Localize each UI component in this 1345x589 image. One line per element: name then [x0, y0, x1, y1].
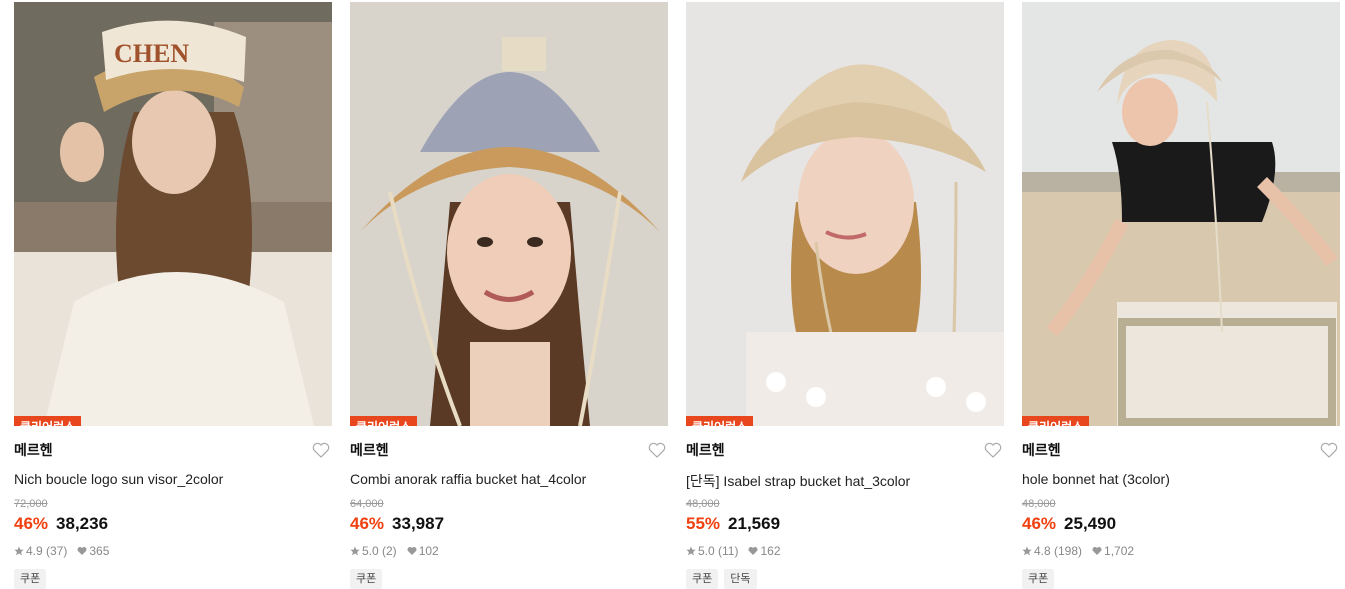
product-card[interactable]: 클리어런스 메르헨 Combi anorak raffia bucket hat… [350, 2, 668, 589]
product-image[interactable]: 클리어런스 [350, 2, 668, 426]
discount-rate: 55% [686, 514, 721, 533]
like-icon [1092, 546, 1102, 556]
like-icon [748, 546, 758, 556]
clearance-badge: 클리어런스 [350, 416, 418, 426]
star-icon [686, 546, 696, 556]
coupon-tag: 쿠폰 [14, 569, 47, 589]
discount-rate: 46% [1022, 514, 1057, 533]
clearance-badge: 클리어런스 [1022, 416, 1090, 426]
sale-price: 33,987 [392, 514, 445, 533]
brand-name[interactable]: 메르헨 [686, 440, 725, 460]
clearance-badge: 클리어런스 [686, 416, 754, 426]
rating-text: 4.8 (198) [1034, 544, 1083, 558]
product-name[interactable]: Combi anorak raffia bucket hat_4color [350, 471, 668, 489]
sale-price: 21,569 [728, 514, 781, 533]
product-photo-bonnet-hat [1022, 2, 1340, 426]
heart-icon[interactable] [1320, 442, 1338, 458]
like-icon [77, 546, 87, 556]
rating-text: 4.9 (37) [26, 544, 68, 558]
product-photo-knit-bucket-hat [686, 2, 1004, 426]
discount-rate: 46% [14, 514, 49, 533]
rating-text: 5.0 (2) [362, 544, 397, 558]
product-card[interactable]: 클리어런스 메르헨 [단독] Isabel strap bucket hat_3… [686, 2, 1004, 589]
rating-text: 5.0 (11) [698, 544, 739, 558]
original-price: 64,000 [350, 498, 384, 510]
coupon-tag: 쿠폰 [1022, 569, 1055, 589]
star-icon [1022, 546, 1032, 556]
like-count: 102 [418, 544, 439, 558]
product-image[interactable]: 클리어런스 [1022, 2, 1340, 426]
heart-icon[interactable] [648, 442, 666, 458]
product-photo-visor: CHEN [14, 2, 332, 426]
svg-text:CHEN: CHEN [114, 39, 189, 68]
heart-icon[interactable] [984, 442, 1002, 458]
product-photo-bucket-hat [350, 2, 668, 426]
original-price: 72,000 [14, 498, 48, 510]
coupon-tag: 쿠폰 [350, 569, 383, 589]
exclusive-tag: 단독 [724, 569, 757, 589]
brand-name[interactable]: 메르헨 [350, 440, 389, 460]
sale-price: 25,490 [1064, 514, 1117, 533]
brand-name[interactable]: 메르헨 [14, 440, 53, 460]
discount-rate: 46% [350, 514, 385, 533]
product-grid: CHEN 클리어런스 메르헨 Nich boucle logo sun viso… [14, 2, 1340, 589]
product-image[interactable]: CHEN 클리어런스 [14, 2, 332, 426]
product-card[interactable]: 클리어런스 메르헨 hole bonnet hat (3color) 48,00… [1022, 2, 1340, 589]
clearance-badge: 클리어런스 [14, 416, 82, 426]
product-image[interactable]: 클리어런스 [686, 2, 1004, 426]
original-price: 48,000 [686, 498, 720, 510]
sale-price: 38,236 [56, 514, 109, 533]
brand-name[interactable]: 메르헨 [1022, 440, 1061, 460]
original-price: 48,000 [1022, 498, 1056, 510]
heart-icon[interactable] [312, 442, 330, 458]
like-count: 162 [760, 544, 781, 558]
coupon-tag: 쿠폰 [686, 569, 719, 589]
like-count: 365 [89, 544, 110, 558]
like-icon [407, 546, 417, 556]
product-name[interactable]: Nich boucle logo sun visor_2color [14, 471, 332, 489]
product-card[interactable]: CHEN 클리어런스 메르헨 Nich boucle logo sun viso… [14, 2, 332, 589]
product-name[interactable]: [단독] Isabel strap bucket hat_3color [686, 471, 1004, 489]
star-icon [350, 546, 360, 556]
product-name[interactable]: hole bonnet hat (3color) [1022, 471, 1340, 489]
like-count: 1,702 [1104, 544, 1135, 558]
star-icon [14, 546, 24, 556]
